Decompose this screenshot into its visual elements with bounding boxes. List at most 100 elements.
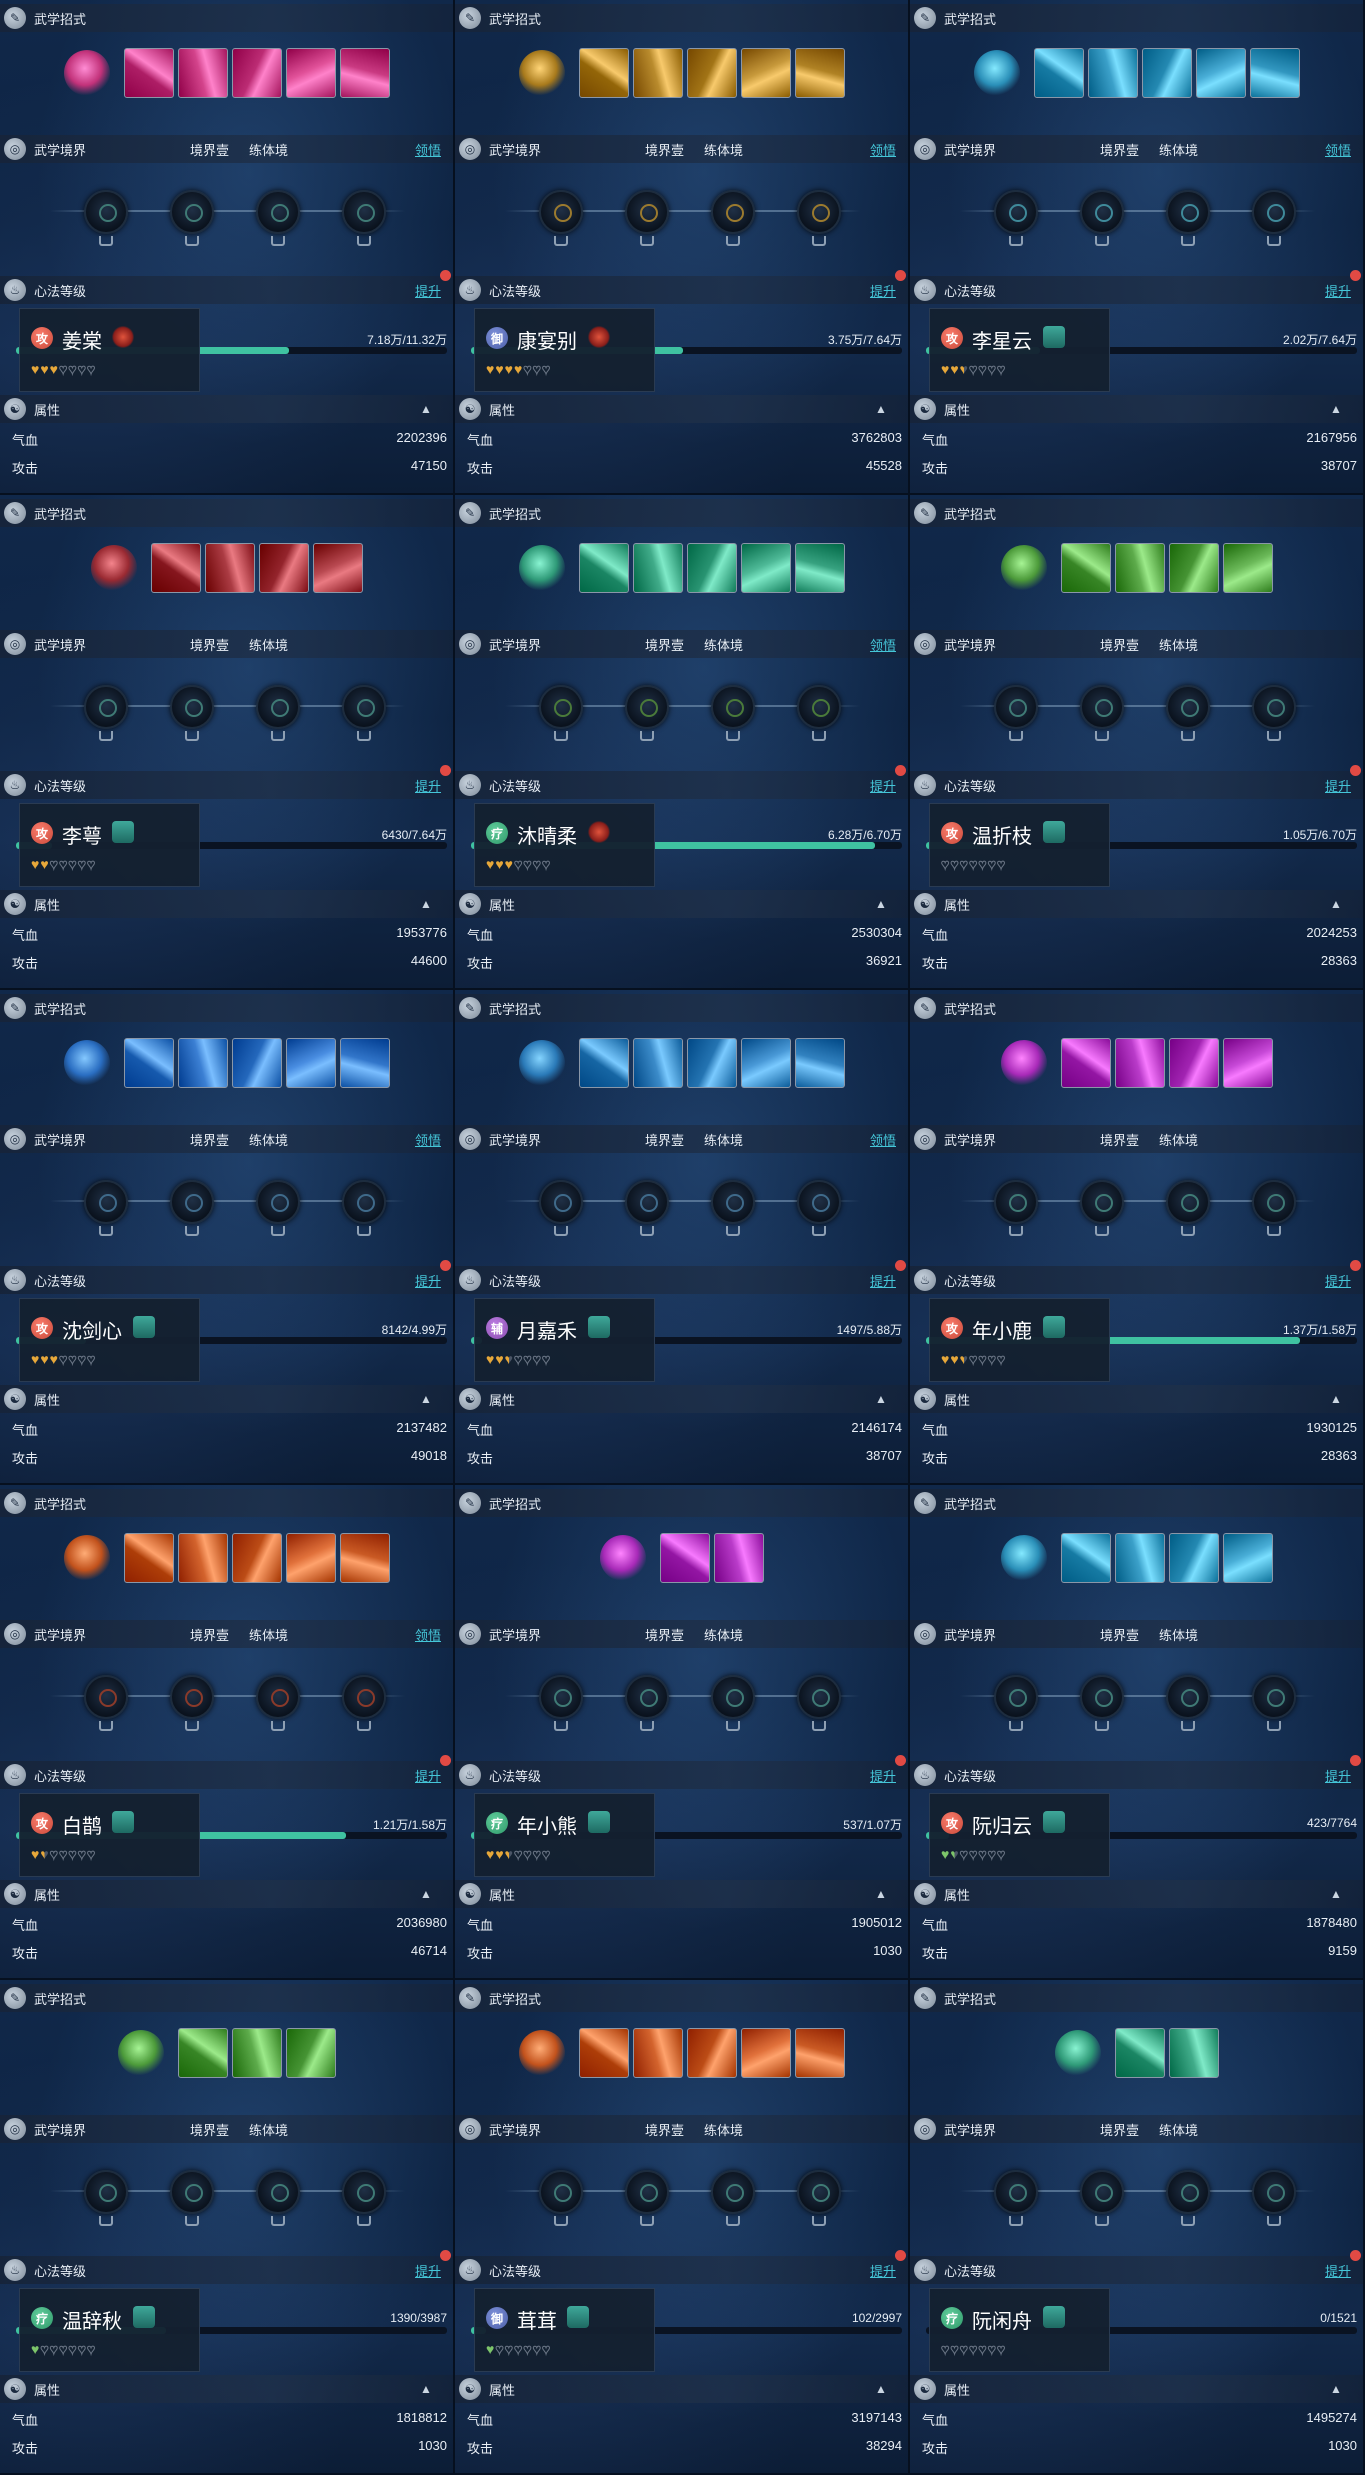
skill-icon[interactable] [231, 2028, 282, 2078]
collapse-caret-icon[interactable]: ▲ [875, 402, 887, 416]
skill-icon[interactable] [686, 48, 737, 98]
collapse-caret-icon[interactable]: ▲ [420, 897, 432, 911]
skill-icon[interactable] [1114, 543, 1165, 593]
skill-icon[interactable] [713, 1533, 764, 1583]
skill-icon[interactable] [1249, 48, 1300, 98]
collapse-caret-icon[interactable]: ▲ [1330, 1887, 1342, 1901]
realm-node-icon[interactable] [625, 1675, 669, 1731]
collapse-caret-icon[interactable]: ▲ [875, 897, 887, 911]
realm-node-icon[interactable] [625, 1180, 669, 1236]
comprehend-link[interactable]: 领悟 [415, 1130, 441, 1149]
collapse-caret-icon[interactable]: ▲ [420, 402, 432, 416]
skill-icon[interactable] [150, 543, 201, 593]
character-card[interactable]: 攻 白鹊 ♥ ♥ ♥ ♥ ♥ ♥ ♥ [19, 1793, 200, 1877]
collapse-caret-icon[interactable]: ▲ [420, 1392, 432, 1406]
realm-node-icon[interactable] [170, 190, 214, 246]
collapse-caret-icon[interactable]: ▲ [875, 1392, 887, 1406]
realm-node-icon[interactable] [256, 190, 300, 246]
skill-icon[interactable] [1060, 543, 1111, 593]
character-card[interactable]: 疗 阮闲舟 ♥ ♥ ♥ ♥ ♥ ♥ ♥ [929, 2288, 1110, 2372]
realm-node-icon[interactable] [539, 2170, 583, 2226]
upgrade-link[interactable]: 提升 [415, 2261, 441, 2280]
upgrade-link[interactable]: 提升 [1325, 1766, 1351, 1785]
collapse-caret-icon[interactable]: ▲ [420, 1887, 432, 1901]
realm-node-icon[interactable] [1166, 1675, 1210, 1731]
skill-icon[interactable] [740, 1038, 791, 1088]
realm-node-icon[interactable] [797, 1675, 841, 1731]
skill-icon[interactable] [231, 1533, 282, 1583]
realm-node-icon[interactable] [1166, 685, 1210, 741]
comprehend-link[interactable]: 领悟 [1325, 140, 1351, 159]
comprehend-link[interactable]: 领悟 [415, 1625, 441, 1644]
realm-node-icon[interactable] [711, 1180, 755, 1236]
skill-icon[interactable] [1222, 543, 1273, 593]
realm-node-icon[interactable] [256, 1675, 300, 1731]
skill-icon[interactable] [659, 1533, 710, 1583]
skill-icon[interactable] [1033, 48, 1084, 98]
character-card[interactable]: 攻 姜棠 ♥ ♥ ♥ ♥ ♥ ♥ ♥ [19, 308, 200, 392]
skill-icon[interactable] [686, 1038, 737, 1088]
realm-node-icon[interactable] [256, 2170, 300, 2226]
realm-node-icon[interactable] [1166, 190, 1210, 246]
realm-node-icon[interactable] [994, 685, 1038, 741]
realm-node-icon[interactable] [256, 685, 300, 741]
realm-node-icon[interactable] [342, 2170, 386, 2226]
skill-icon[interactable] [204, 543, 255, 593]
skill-icon[interactable] [285, 48, 336, 98]
collapse-caret-icon[interactable]: ▲ [420, 2382, 432, 2396]
realm-node-icon[interactable] [797, 685, 841, 741]
character-card[interactable]: 攻 年小鹿 ♥ ♥ ♥ ♥ ♥ ♥ ♥ [929, 1298, 1110, 1382]
realm-node-icon[interactable] [625, 190, 669, 246]
realm-node-icon[interactable] [1080, 685, 1124, 741]
upgrade-link[interactable]: 提升 [870, 1766, 896, 1785]
realm-node-icon[interactable] [170, 685, 214, 741]
skill-icon[interactable] [578, 48, 629, 98]
skill-icon[interactable] [123, 1533, 174, 1583]
realm-node-icon[interactable] [342, 1675, 386, 1731]
skill-icon[interactable] [1168, 1533, 1219, 1583]
realm-node-icon[interactable] [994, 2170, 1038, 2226]
realm-node-icon[interactable] [539, 190, 583, 246]
skill-icon[interactable] [794, 48, 845, 98]
comprehend-link[interactable]: 领悟 [870, 140, 896, 159]
skill-icon[interactable] [177, 2028, 228, 2078]
collapse-caret-icon[interactable]: ▲ [1330, 1392, 1342, 1406]
skill-icon[interactable] [339, 1038, 390, 1088]
skill-icon[interactable] [1087, 48, 1138, 98]
skill-icon[interactable] [794, 2028, 845, 2078]
character-card[interactable]: 御 康宴别 ♥ ♥ ♥ ♥ ♥ ♥ ♥ [474, 308, 655, 392]
character-card[interactable]: 辅 月嘉禾 ♥ ♥ ♥ ♥ ♥ ♥ ♥ [474, 1298, 655, 1382]
collapse-caret-icon[interactable]: ▲ [875, 2382, 887, 2396]
collapse-caret-icon[interactable]: ▲ [1330, 402, 1342, 416]
realm-node-icon[interactable] [711, 685, 755, 741]
skill-icon[interactable] [1168, 543, 1219, 593]
realm-node-icon[interactable] [994, 190, 1038, 246]
skill-icon[interactable] [632, 543, 683, 593]
skill-icon[interactable] [1114, 2028, 1165, 2078]
comprehend-link[interactable]: 领悟 [415, 140, 441, 159]
upgrade-link[interactable]: 提升 [870, 2261, 896, 2280]
realm-node-icon[interactable] [1080, 2170, 1124, 2226]
collapse-caret-icon[interactable]: ▲ [875, 1887, 887, 1901]
realm-node-icon[interactable] [256, 1180, 300, 1236]
skill-icon[interactable] [578, 2028, 629, 2078]
skill-icon[interactable] [285, 1038, 336, 1088]
realm-node-icon[interactable] [1080, 190, 1124, 246]
realm-node-icon[interactable] [342, 685, 386, 741]
realm-node-icon[interactable] [994, 1180, 1038, 1236]
realm-node-icon[interactable] [342, 190, 386, 246]
upgrade-link[interactable]: 提升 [870, 281, 896, 300]
skill-icon[interactable] [632, 48, 683, 98]
realm-node-icon[interactable] [84, 685, 128, 741]
realm-node-icon[interactable] [539, 1675, 583, 1731]
realm-node-icon[interactable] [1080, 1675, 1124, 1731]
skill-icon[interactable] [1222, 1533, 1273, 1583]
skill-icon[interactable] [794, 543, 845, 593]
upgrade-link[interactable]: 提升 [1325, 2261, 1351, 2280]
skill-icon[interactable] [740, 543, 791, 593]
character-card[interactable]: 疗 温辞秋 ♥ ♥ ♥ ♥ ♥ ♥ ♥ [19, 2288, 200, 2372]
upgrade-link[interactable]: 提升 [415, 776, 441, 795]
skill-icon[interactable] [1168, 1038, 1219, 1088]
skill-icon[interactable] [578, 543, 629, 593]
skill-icon[interactable] [231, 48, 282, 98]
